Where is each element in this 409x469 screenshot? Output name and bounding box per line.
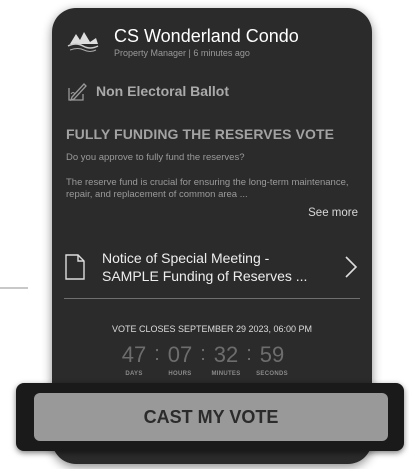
condo-logo-icon (67, 32, 99, 52)
see-more-link[interactable]: See more (308, 207, 358, 219)
notice-title: Notice of Special Meeting - SAMPLE Fundi… (102, 249, 344, 285)
countdown-minutes: 32 MINUTES (210, 342, 242, 377)
ballot-pen-icon (68, 83, 87, 102)
countdown-days: 47 DAYS (118, 342, 150, 377)
ballot-type-row: Non Electoral Ballot (66, 80, 229, 102)
countdown-minutes-value: 32 (213, 342, 239, 367)
countdown-separator: : (154, 343, 160, 365)
document-icon (65, 254, 85, 280)
card-header: CS Wonderland Condo Property Manager | 6… (66, 26, 299, 58)
post-meta: Property Manager | 6 minutes ago (114, 48, 250, 58)
countdown-hours-label: HOURS (168, 371, 192, 377)
countdown-hours-value: 07 (167, 342, 193, 367)
notice-document-link[interactable]: Notice of Special Meeting - SAMPLE Fundi… (64, 244, 362, 290)
countdown-separator: : (246, 343, 252, 365)
vote-description: The reserve fund is crucial for ensuring… (66, 177, 349, 200)
countdown-timer: 47 DAYS : 07 HOURS : 32 MINUTES : 59 SEC… (118, 342, 288, 377)
notice-title-line2: SAMPLE Funding of Reserves ... (102, 268, 308, 284)
condo-title: CS Wonderland Condo (114, 26, 299, 46)
vote-title: FULLY FUNDING THE RESERVES VOTE (66, 126, 335, 142)
cast-vote-button[interactable]: CAST MY VOTE (34, 393, 388, 441)
vote-closes-label: VOTE CLOSES SEPTEMBER 29 2023, 06:00 PM (111, 324, 313, 334)
vote-question: Do you approve to fully fund the reserve… (66, 152, 245, 163)
countdown-minutes-label: MINUTES (211, 371, 241, 377)
notice-title-line1: Notice of Special Meeting - (102, 250, 270, 266)
ballot-type-label: Non Electoral Ballot (96, 83, 230, 99)
countdown-seconds-value: 59 (259, 342, 285, 367)
chevron-right-icon (345, 256, 358, 278)
countdown-seconds: 59 SECONDS (256, 342, 288, 377)
left-divider-line (0, 287, 28, 289)
countdown-seconds-label: SECONDS (256, 371, 288, 377)
countdown-days-value: 47 (121, 342, 147, 367)
countdown-hours: 07 HOURS (164, 342, 196, 377)
notice-divider (64, 298, 360, 299)
countdown-days-label: DAYS (125, 371, 143, 377)
countdown-separator: : (200, 343, 206, 365)
